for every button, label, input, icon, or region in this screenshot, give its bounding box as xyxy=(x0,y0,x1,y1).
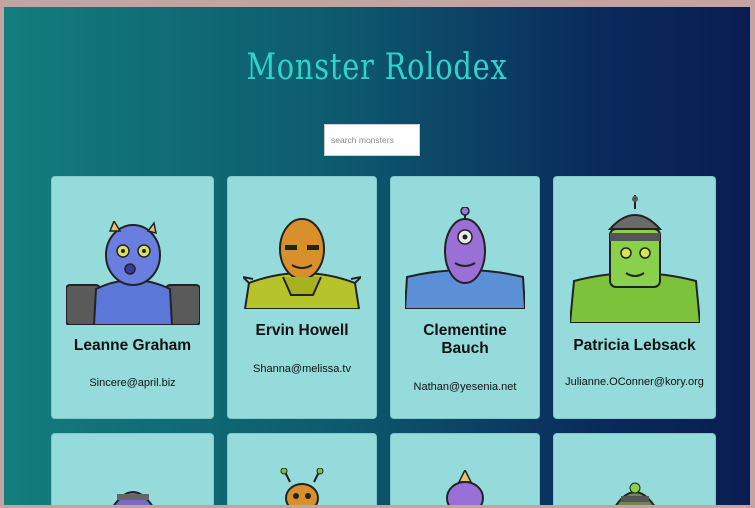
monster-card[interactable]: Leanne Graham Sincere@april.biz xyxy=(51,176,214,419)
monster-card[interactable] xyxy=(553,433,716,505)
monster-avatar xyxy=(243,218,361,309)
monster-avatar xyxy=(569,195,700,323)
monster-avatar xyxy=(446,470,484,505)
monster-avatar xyxy=(614,482,655,505)
monster-avatar xyxy=(405,207,525,309)
monster-email: Nathan@yesenia.net xyxy=(413,381,517,393)
monster-card[interactable] xyxy=(227,433,377,505)
monster-email: Julianne.OConner@kory.org xyxy=(565,376,704,388)
app-background: Monster Rolodex Leanne Graham Sincere@ap… xyxy=(4,7,750,505)
monster-name: Leanne Graham xyxy=(73,337,192,354)
monster-email: Shanna@melissa.tv xyxy=(253,363,351,375)
monster-name: Ervin Howell xyxy=(255,322,349,339)
monster-name: Clementine Bauch xyxy=(423,322,507,357)
monster-card[interactable] xyxy=(51,433,214,505)
monster-card[interactable]: Ervin Howell Shanna@melissa.tv xyxy=(227,176,377,419)
monster-name: Patricia Lebsack xyxy=(573,337,696,354)
monster-card[interactable]: Clementine Bauch Nathan@yesenia.net xyxy=(390,176,540,419)
monster-card[interactable] xyxy=(390,433,540,505)
search-input[interactable] xyxy=(324,124,420,156)
monster-email: Sincere@april.biz xyxy=(89,377,176,389)
monster-card[interactable]: Patricia Lebsack Julianne.OConner@kory.o… xyxy=(553,176,716,419)
page-title: Monster Rolodex xyxy=(246,47,508,88)
monster-avatar xyxy=(280,468,324,505)
monster-avatar xyxy=(112,491,153,505)
monster-avatar xyxy=(65,221,200,325)
